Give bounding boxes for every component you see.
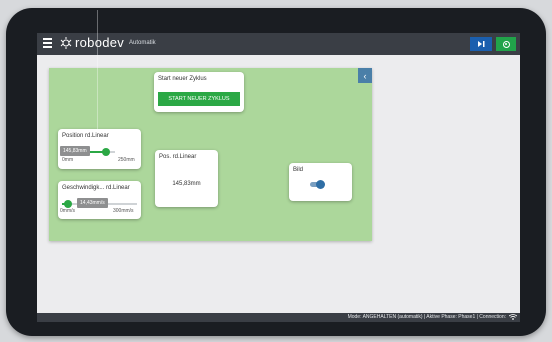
screen-glare (97, 10, 98, 130)
image-card: Bild (289, 163, 352, 201)
speed-slider-title: Geschwindigk... rd.Linear (62, 185, 130, 191)
collapse-panel-button[interactable]: ‹ (358, 68, 372, 83)
status-bar: Mode: ANGEHALTEN (automatik) | Aktive Ph… (37, 313, 520, 322)
position-slider-max: 250mm (118, 157, 135, 163)
chevron-left-icon: ‹ (363, 70, 367, 81)
speed-slider-max: 300mm/s (113, 208, 134, 214)
position-slider-min: 0mm (62, 157, 74, 163)
image-card-title: Bild (293, 167, 304, 173)
speed-slider-value: 14,43mm/s (77, 198, 108, 208)
start-cycle-title: Start neuer Zyklus (158, 76, 207, 82)
position-slider-title: Position rd.Linear (62, 133, 109, 139)
robodev-logo-icon (60, 37, 72, 49)
app-screen: robodev Automatik ‹ Start neuer Zyklus S… (37, 33, 520, 322)
position-value-title: Pos. rd.Linear (159, 154, 197, 160)
wifi-icon (509, 314, 517, 320)
position-slider-thumb[interactable] (102, 148, 110, 156)
step-button[interactable] (470, 37, 492, 51)
speed-slider-card: Geschwindigk... rd.Linear 14,43mm/s 0mm/… (58, 181, 141, 219)
menu-icon[interactable] (43, 38, 52, 48)
step-forward-icon (477, 41, 484, 47)
speed-slider-min: 0mm/s (60, 208, 75, 214)
position-value: 145,83mm (172, 181, 201, 187)
run-icon (502, 40, 510, 48)
speed-slider-thumb[interactable] (64, 200, 72, 208)
top-bar: robodev Automatik (37, 33, 520, 55)
app-mode-label: Automatik (129, 40, 156, 46)
image-toggle-thumb[interactable] (316, 180, 325, 189)
position-value-card: Pos. rd.Linear 145,83mm (155, 150, 218, 207)
start-cycle-button[interactable]: START NEUER ZYKLUS (158, 92, 240, 106)
start-cycle-card: Start neuer Zyklus START NEUER ZYKLUS (154, 72, 244, 112)
run-button[interactable] (496, 37, 516, 51)
position-slider-card: Position rd.Linear 145,83mm 0mm 250mm (58, 129, 141, 169)
app-brand: robodev (75, 35, 125, 50)
status-text: Mode: ANGEHALTEN (automatik) | Aktive Ph… (347, 314, 506, 320)
position-slider-value: 145,83mm (60, 146, 90, 156)
